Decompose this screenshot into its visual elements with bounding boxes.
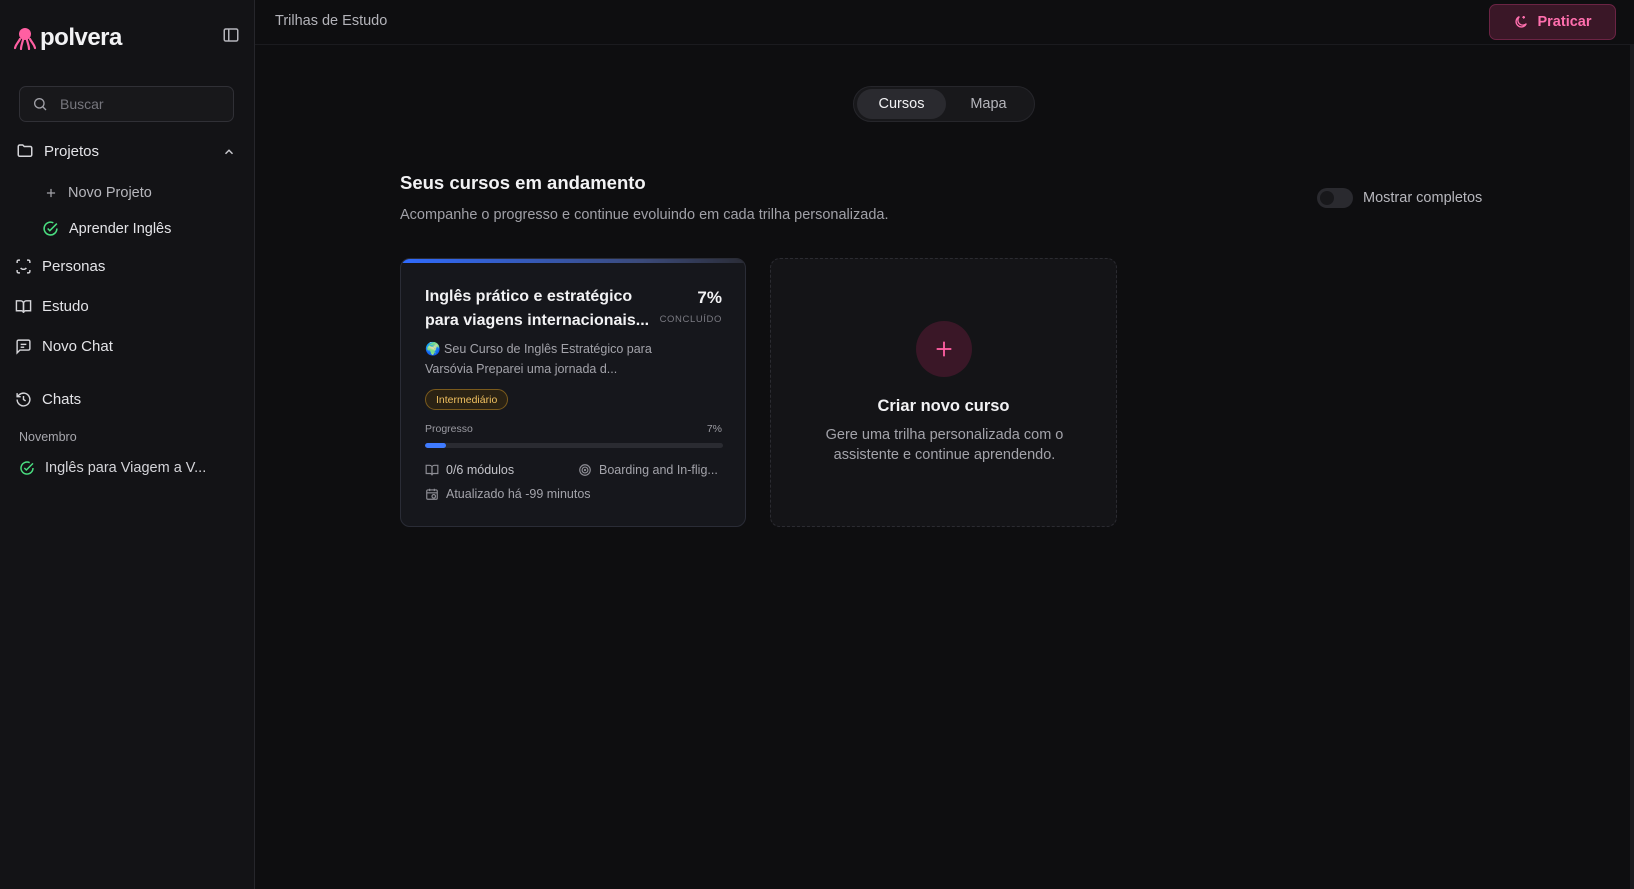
brand-name: polvera	[40, 24, 122, 51]
sidebar: polvera Projetos Novo Projeto Aprender I…	[0, 0, 255, 889]
check-circle-icon	[42, 220, 59, 237]
sidebar-item-label: Personas	[42, 258, 106, 275]
updated-info: Atualizado há -99 minutos	[425, 487, 591, 501]
sidebar-toggle-icon[interactable]	[222, 26, 242, 46]
course-title: Inglês prático e estratégico para viagen…	[425, 288, 650, 329]
sidebar-item-personas[interactable]: Personas	[15, 258, 105, 275]
current-module: Boarding and In-flig...	[578, 463, 718, 477]
scrollbar[interactable]	[1630, 45, 1634, 889]
course-description: 🌍 Seu Curso de Inglês Estratégico para V…	[425, 342, 652, 376]
top-bar: Trilhas de Estudo	[255, 0, 1634, 45]
brand-logo[interactable]: polvera	[14, 24, 122, 52]
current-module-label: Boarding and In-flig...	[599, 463, 718, 477]
progress-bar	[425, 443, 723, 448]
section-subtitle: Acompanhe o progresso e continue evoluin…	[400, 207, 889, 223]
sidebar-item-projects[interactable]: Projetos	[16, 142, 99, 160]
create-course-title: Criar novo curso	[877, 397, 1010, 415]
plus-icon	[44, 186, 58, 200]
folder-icon	[16, 142, 34, 160]
chat-group-label: Novembro	[19, 430, 77, 444]
scan-face-icon	[15, 258, 32, 275]
create-course-button[interactable]	[916, 321, 972, 377]
project-item-new[interactable]: Novo Projeto	[44, 185, 152, 201]
updated-label: Atualizado há -99 minutos	[446, 487, 591, 501]
history-icon	[15, 391, 32, 408]
section-title: Seus cursos em andamento	[400, 172, 646, 193]
search-box[interactable]	[19, 86, 234, 122]
toggle-label: Mostrar completos	[1363, 190, 1483, 206]
course-percent: 7%	[697, 288, 722, 307]
modules-label: 0/6 módulos	[446, 463, 515, 477]
calendar-clock-icon	[425, 487, 439, 501]
project-item-label: Novo Projeto	[68, 185, 152, 201]
create-course-description: Gere uma trilha personalizada com o assi…	[825, 427, 1064, 463]
book-open-icon	[15, 298, 32, 315]
plus-icon	[933, 338, 955, 360]
tab-mapa[interactable]: Mapa	[946, 89, 1031, 119]
target-icon	[578, 463, 592, 477]
sidebar-item-label: Novo Chat	[42, 338, 113, 355]
chat-item-label: Inglês para Viagem a V...	[45, 460, 207, 476]
tab-cursos[interactable]: Cursos	[857, 89, 946, 119]
octopus-logo-icon	[14, 26, 36, 50]
show-completed-toggle[interactable]: Mostrar completos	[1317, 188, 1482, 208]
practice-button[interactable]: Praticar	[1489, 4, 1616, 40]
chevron-up-icon[interactable]	[222, 145, 236, 159]
sidebar-item-label: Estudo	[42, 298, 89, 315]
view-tabs: Cursos Mapa	[853, 86, 1035, 122]
course-percent-label: CONCLUÍDO	[659, 314, 722, 325]
sidebar-item-estudo[interactable]: Estudo	[15, 298, 89, 315]
progress-fill	[425, 443, 446, 448]
card-accent-line	[401, 259, 745, 263]
project-item-label: Aprender Inglês	[69, 220, 172, 237]
book-icon	[425, 463, 439, 477]
project-item-aprender-ingles[interactable]: Aprender Inglês	[42, 220, 171, 237]
progress-value: 7%	[706, 423, 722, 435]
level-badge: Intermediário	[425, 389, 509, 410]
sidebar-item-label: Chats	[42, 391, 82, 408]
course-card[interactable]: Inglês prático e estratégico para viagen…	[400, 258, 746, 527]
search-input[interactable]	[58, 95, 218, 113]
sidebar-item-chats[interactable]: Chats	[15, 391, 81, 408]
page-title: Trilhas de Estudo	[275, 13, 388, 29]
search-icon	[32, 96, 48, 112]
create-course-card[interactable]: Criar novo curso Gere uma trilha persona…	[770, 258, 1117, 527]
progress-label: Progresso	[425, 423, 473, 435]
toggle-switch[interactable]	[1317, 188, 1353, 208]
practice-label: Praticar	[1537, 14, 1592, 30]
message-square-icon	[15, 338, 32, 355]
check-circle-icon	[19, 460, 35, 476]
sidebar-item-novo-chat[interactable]: Novo Chat	[15, 338, 113, 355]
modules-count: 0/6 módulos	[425, 463, 514, 477]
chat-item[interactable]: Inglês para Viagem a V...	[19, 460, 206, 476]
sidebar-item-label: Projetos	[44, 142, 100, 160]
toggle-knob	[1320, 191, 1334, 205]
moon-sparkle-icon	[1513, 14, 1529, 30]
